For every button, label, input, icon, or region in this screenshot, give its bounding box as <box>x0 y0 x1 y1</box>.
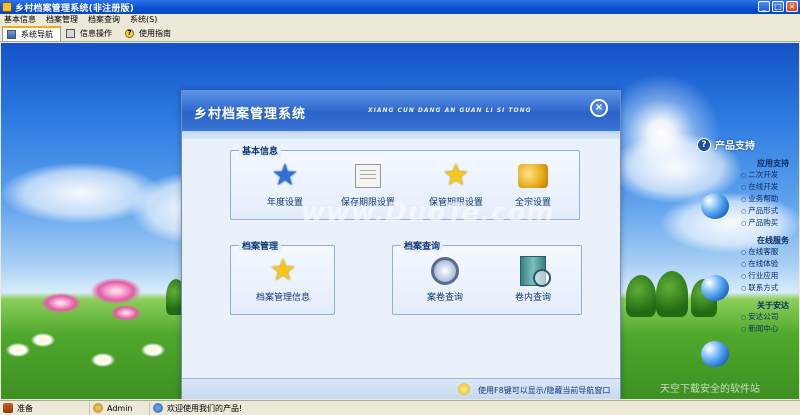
support-link[interactable]: 在线体验 <box>697 258 799 270</box>
support-link[interactable]: 安达公司 <box>697 311 799 323</box>
support-link[interactable]: 新闻中心 <box>697 323 799 335</box>
magnifier-icon <box>431 257 459 285</box>
gold-star-icon: ★ <box>442 158 470 193</box>
in-volume-query-button[interactable]: 卷内查询 <box>493 256 573 303</box>
status-welcome: 欢迎使用我们的产品! <box>150 402 248 415</box>
item-label: 档案管理信息 <box>255 293 310 303</box>
status-ready: 准备 <box>0 401 90 415</box>
volume-query-button[interactable]: 案卷查询 <box>405 256 485 303</box>
tab-label: 系统导航 <box>21 30 53 39</box>
footer-hint: 使用F8键可以显示/隐藏当前导航窗口 <box>478 386 611 395</box>
tab-label: 使用指南 <box>139 29 171 38</box>
support-link[interactable]: 联系方式 <box>697 282 799 294</box>
watermark-text: www.DuoTe.com <box>301 198 555 228</box>
flower <box>31 333 55 347</box>
support-link[interactable]: 产品形式 <box>697 205 799 217</box>
support-link[interactable]: 产品购买 <box>697 217 799 229</box>
lightbulb-icon <box>458 383 470 395</box>
book-icon <box>3 403 13 413</box>
navigation-panel: 乡村档案管理系统 XIANG CUN DANG AN GUAN LI SI TO… <box>181 90 621 399</box>
navigation-workspace: 乡村档案管理系统 XIANG CUN DANG AN GUAN LI SI TO… <box>1 43 799 399</box>
panel-pinyin: XIANG CUN DANG AN GUAN LI SI TONG <box>368 107 532 114</box>
support-link[interactable]: 在线客服 <box>697 246 799 258</box>
menu-basic-info[interactable]: 基本信息 <box>0 14 42 25</box>
document-edit-icon <box>355 164 381 188</box>
flower <box>141 343 165 357</box>
minimize-button[interactable]: _ <box>758 1 770 12</box>
flower <box>91 278 141 304</box>
tree <box>626 275 656 317</box>
section-title: 关于安达 <box>757 301 789 310</box>
group-label: 档案管理 <box>239 239 282 252</box>
panel-close-button[interactable]: × <box>590 99 608 117</box>
support-panel: ? 产品支持 应用支持 二次开发 在线开发 业务帮助 产品形式 产品购买 在线服… <box>697 137 799 335</box>
flower <box>6 343 30 357</box>
support-title-text: 产品支持 <box>715 141 755 152</box>
item-label: 年度设置 <box>266 198 303 208</box>
group-label: 档案查询 <box>401 239 444 252</box>
tab-user-guide[interactable]: ? 使用指南 <box>120 26 179 41</box>
tree <box>656 271 688 317</box>
blue-star-icon: ★ <box>271 158 299 193</box>
book-search-icon <box>520 256 551 287</box>
status-bar: 准备 Admin 欢迎使用我们的产品! <box>0 400 800 415</box>
flower <box>41 293 81 313</box>
menu-archive-query[interactable]: 档案查询 <box>84 14 126 25</box>
support-link[interactable]: 行业应用 <box>697 270 799 282</box>
status-text: Admin <box>107 403 133 413</box>
user-icon <box>93 403 103 413</box>
panel-title: 乡村档案管理系统 <box>194 107 307 122</box>
section-title: 在线服务 <box>757 236 789 245</box>
menu-bar: 基本信息 档案管理 档案查询 系统(S) <box>0 14 800 25</box>
archive-management-info-button[interactable]: ★ 档案管理信息 <box>243 253 323 304</box>
document-icon <box>66 29 75 38</box>
maximize-button[interactable]: □ <box>772 1 784 12</box>
item-label: 案卷查询 <box>426 293 463 303</box>
menu-archive-management[interactable]: 档案管理 <box>42 14 84 25</box>
tab-bar: 系统导航 信息操作 ? 使用指南 <box>0 25 800 42</box>
status-text: 准备 <box>17 403 33 413</box>
menu-system[interactable]: 系统(S) <box>126 14 163 25</box>
navigation-icon <box>7 30 16 39</box>
flower <box>91 353 115 367</box>
section-title: 应用支持 <box>757 159 789 168</box>
support-link[interactable]: 在线开发 <box>697 181 799 193</box>
close-button[interactable]: × <box>786 1 798 12</box>
group-label: 基本信息 <box>239 144 282 157</box>
corner-watermark: 天空下载安全的软件站 <box>660 384 760 395</box>
title-bar: 乡村档案管理系统(非注册版) _ □ × <box>0 0 800 14</box>
flower <box>111 305 141 321</box>
support-link[interactable]: 业务帮助 <box>697 193 799 205</box>
support-title: ? 产品支持 <box>697 137 799 152</box>
info-icon <box>701 341 729 367</box>
panel-subband <box>182 131 620 139</box>
app-icon <box>2 2 12 12</box>
tab-info-operation[interactable]: 信息操作 <box>61 26 120 41</box>
tab-system-navigation[interactable]: 系统导航 <box>2 26 61 41</box>
people-icon <box>153 403 163 413</box>
app-window: 乡村档案管理系统(非注册版) _ □ × 基本信息 档案管理 档案查询 系统(S… <box>0 0 800 415</box>
group-archive-management: 档案管理 ★ 档案管理信息 <box>230 239 335 315</box>
panel-footer: 使用F8键可以显示/隐藏当前导航窗口 <box>182 378 620 399</box>
question-icon: ? <box>697 137 711 152</box>
tab-label: 信息操作 <box>80 29 112 38</box>
status-text: 欢迎使用我们的产品! <box>167 403 243 413</box>
support-link[interactable]: 二次开发 <box>697 169 799 181</box>
coins-icon <box>518 164 548 188</box>
window-title: 乡村档案管理系统(非注册版) <box>15 3 135 14</box>
gold-star-icon: ★ <box>269 253 297 288</box>
item-label: 卷内查询 <box>514 293 551 303</box>
group-archive-query: 档案查询 案卷查询 卷内查询 <box>392 239 582 315</box>
window-controls: _ □ × <box>758 1 798 12</box>
help-icon: ? <box>125 29 134 38</box>
status-user: Admin <box>90 401 150 415</box>
